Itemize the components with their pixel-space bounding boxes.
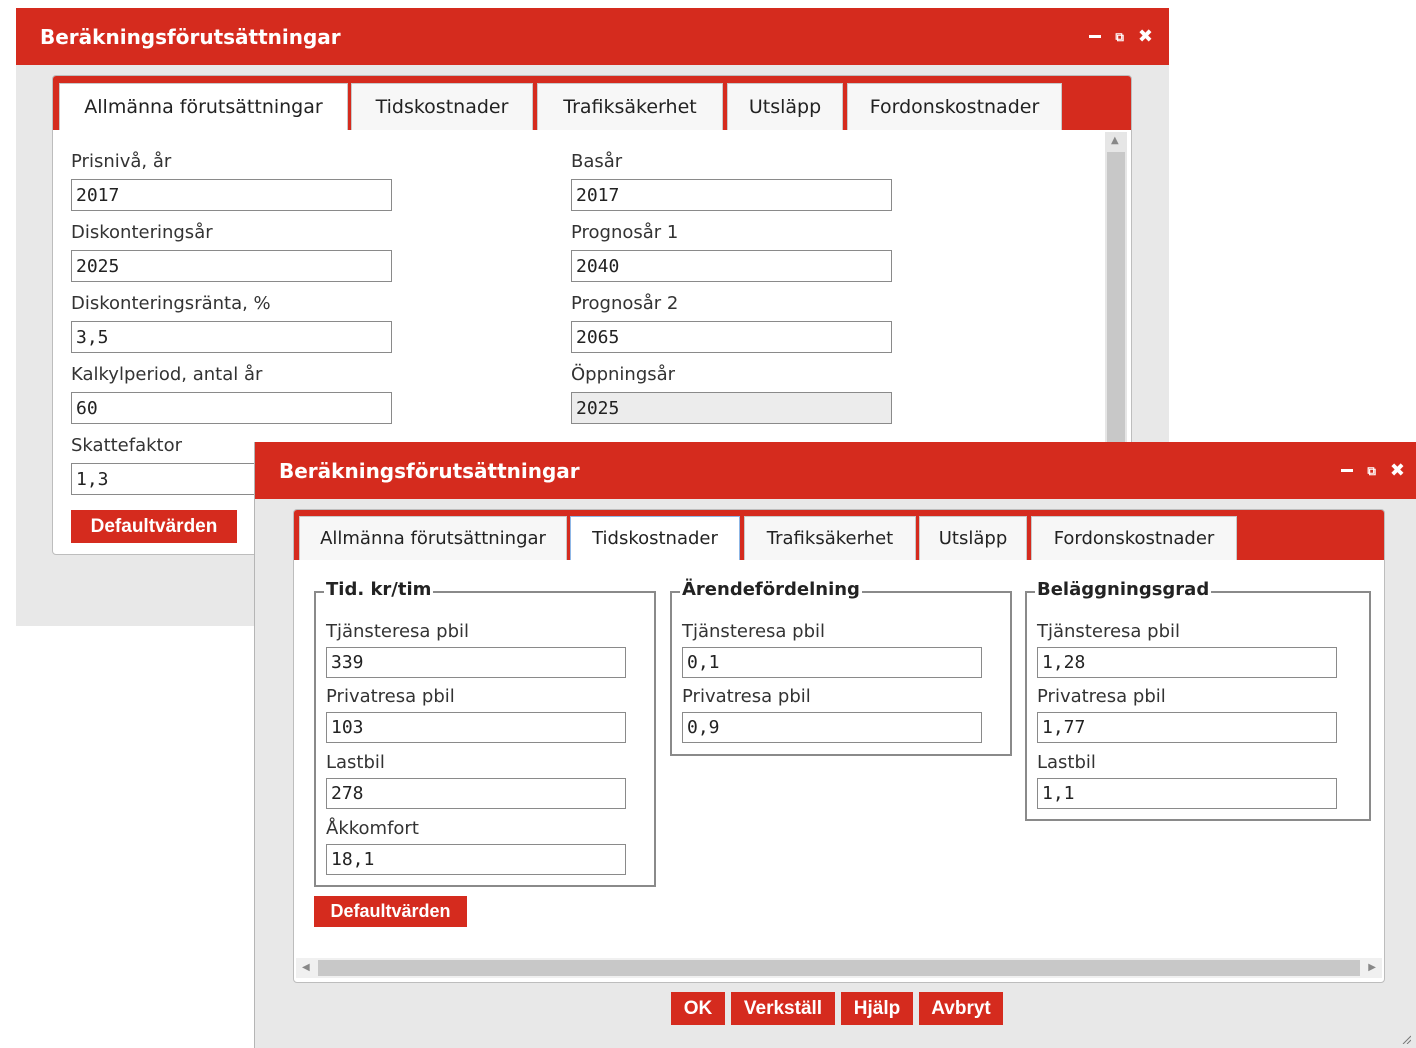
tab-bar: Allmänna förutsättningar Tidskostnader T… [294,510,1384,560]
tab-label: Allmänna förutsättningar [320,528,546,549]
prognosar2-input[interactable] [571,321,892,353]
scroll-right-icon[interactable]: ▶ [1368,963,1376,973]
prognosar1-input[interactable] [571,250,892,282]
tid-privatresa-input[interactable] [326,712,626,743]
tab-label: Fordonskostnader [869,96,1040,118]
group-tid-kr-tim: Tid. kr/tim Tjänsteresa pbil Privatresa … [314,579,656,887]
kalkylperiod-input[interactable] [71,392,392,424]
minimize-icon[interactable] [1341,469,1354,472]
tab-utslapp[interactable]: Utsläpp [727,83,843,130]
resize-grip-icon[interactable] [1401,1034,1411,1044]
apply-button[interactable]: Verkställ [731,992,835,1025]
group-legend: Tid. kr/tim [324,579,434,600]
tab-label: Trafiksäkerhet [766,528,894,549]
field-label: Öppningsår [571,364,676,385]
field-label: Privatresa pbil [326,686,455,707]
arende-tjansteresa-input[interactable] [682,647,982,678]
field-label: Diskonteringsränta, % [71,293,271,314]
ok-button[interactable]: OK [671,992,725,1025]
group-legend: Beläggningsgrad [1035,579,1212,600]
tab-label: Tidskostnader [375,96,509,118]
field-label: Privatresa pbil [682,686,811,707]
field-label: Lastbil [1037,752,1096,773]
popout-icon[interactable]: ⧉ [1367,465,1376,477]
popout-icon[interactable]: ⧉ [1115,31,1124,43]
scrollbar-thumb[interactable] [318,960,1360,976]
tab-label: Utsläpp [748,96,822,118]
tab-tidskostnader[interactable]: Tidskostnader [351,83,533,130]
close-icon[interactable]: ✖ [1390,461,1405,480]
group-legend: Ärendefördelning [680,579,862,600]
tid-tjansteresa-input[interactable] [326,647,626,678]
tab-allmanna[interactable]: Allmänna förutsättningar [59,83,348,130]
field-label: Prisnivå, år [71,151,172,172]
field-label: Prognosår 2 [571,293,679,314]
scroll-left-icon[interactable]: ◀ [302,963,310,973]
diskonteringsranta-input[interactable] [71,321,392,353]
tid-lastbil-input[interactable] [326,778,626,809]
field-label: Lastbil [326,752,385,773]
dialog-title: Beräkningsförutsättningar [279,458,580,483]
tab-fordonskostnader[interactable]: Fordonskostnader [847,83,1062,130]
field-label: Basår [571,151,623,172]
field-label: Tjänsteresa pbil [682,621,826,642]
scroll-up-icon[interactable]: ▲ [1111,136,1119,146]
horizontal-scrollbar[interactable]: ◀ ▶ [296,958,1382,978]
help-button[interactable]: Hjälp [841,992,913,1025]
field-label: Tjänsteresa pbil [1037,621,1181,642]
tab-label: Allmänna förutsättningar [84,96,323,118]
tab-label: Tidskostnader [592,528,718,549]
belagg-tjansteresa-input[interactable] [1037,647,1337,678]
prisniva-input[interactable] [71,179,392,211]
basar-input[interactable] [571,179,892,211]
tab-tidskostnader[interactable]: Tidskostnader [570,516,740,560]
field-label: Diskonteringsår [71,222,213,243]
belagg-lastbil-input[interactable] [1037,778,1337,809]
tab-trafiksakerhet[interactable]: Trafiksäkerhet [744,516,916,560]
belagg-privatresa-input[interactable] [1037,712,1337,743]
group-arendefordelning: Ärendefördelning Tjänsteresa pbil Privat… [670,579,1012,756]
field-label: Skattefaktor [71,435,183,456]
field-label: Prognosår 1 [571,222,679,243]
tab-bar: Allmänna förutsättningar Tidskostnader T… [53,76,1131,130]
front-dialog-panel: Allmänna förutsättningar Tidskostnader T… [293,509,1385,983]
tid-akkomfort-input[interactable] [326,844,626,875]
field-label: Privatresa pbil [1037,686,1166,707]
oppningsar-input [571,392,892,424]
tab-fordonskostnader[interactable]: Fordonskostnader [1031,516,1237,560]
default-values-button[interactable]: Defaultvärden [71,510,237,543]
field-label: Tjänsteresa pbil [326,621,470,642]
field-label: Åkkomfort [326,818,419,839]
front-dialog: Beräkningsförutsättningar ⧉ ✖ Allmänna f… [254,442,1416,1048]
field-label: Kalkylperiod, antal år [71,364,263,385]
minimize-icon[interactable] [1089,35,1102,38]
default-values-button[interactable]: Defaultvärden [314,896,467,927]
cancel-button[interactable]: Avbryt [919,992,1003,1025]
tab-label: Trafiksäkerhet [563,96,697,118]
front-dialog-titlebar[interactable]: Beräkningsförutsättningar ⧉ ✖ [255,442,1416,499]
diskonteringsar-input[interactable] [71,250,392,282]
tab-utslapp[interactable]: Utsläpp [919,516,1027,560]
close-icon[interactable]: ✖ [1138,27,1153,46]
back-dialog-titlebar[interactable]: Beräkningsförutsättningar ⧉ ✖ [16,8,1169,65]
group-belaggningsgrad: Beläggningsgrad Tjänsteresa pbil Privatr… [1025,579,1371,821]
arende-privatresa-input[interactable] [682,712,982,743]
tab-label: Utsläpp [938,528,1008,549]
dialog-title: Beräkningsförutsättningar [40,24,341,49]
tab-allmanna[interactable]: Allmänna förutsättningar [299,516,567,560]
tab-label: Fordonskostnader [1053,528,1215,549]
tab-trafiksakerhet[interactable]: Trafiksäkerhet [537,83,723,130]
